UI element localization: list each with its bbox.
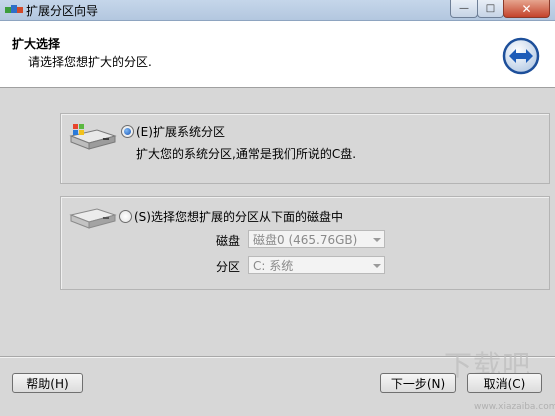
chevron-down-icon [373, 264, 381, 268]
disk-icon [69, 208, 117, 229]
app-icon [5, 5, 23, 13]
partition-field-label: 分区 [216, 260, 241, 274]
system-disk-icon [69, 124, 117, 150]
cancel-button[interactable]: 取消(C) [467, 373, 542, 393]
option-other-partition-radio[interactable] [119, 210, 132, 223]
wizard-header: 扩大选择 请选择您想扩大的分区. [0, 21, 555, 88]
next-button[interactable]: 下一步(N) [380, 373, 456, 393]
partition-select[interactable]: C: 系统 [248, 256, 385, 274]
title-bar[interactable]: 扩展分区向导 — □ ✕ [0, 0, 555, 21]
maximize-icon: □ [485, 3, 496, 14]
disk-field-label: 磁盘 [216, 234, 241, 248]
option-other-partition-label[interactable]: (S)选择您想扩展的分区从下面的磁盘中 [134, 208, 343, 225]
disk-select-value: 磁盘0 (465.76GB) [253, 233, 358, 247]
option-other-partition-group: (S)选择您想扩展的分区从下面的磁盘中 磁盘 磁盘0 (465.76GB) 分区… [60, 196, 550, 290]
window-title: 扩展分区向导 [26, 4, 99, 18]
minimize-button[interactable]: — [450, 0, 478, 18]
close-icon: ✕ [521, 1, 532, 16]
option-system-partition-description: 扩大您的系统分区,通常是我们所说的C盘. [136, 147, 357, 161]
minimize-icon: — [459, 3, 469, 14]
help-button[interactable]: 帮助(H) [12, 373, 83, 393]
disk-select[interactable]: 磁盘0 (465.76GB) [248, 230, 385, 248]
watermark-url: www.xiazaiba.com [474, 402, 555, 412]
expand-arrows-icon [502, 37, 540, 75]
page-subtitle: 请选择您想扩大的分区. [28, 55, 152, 69]
option-system-partition-group: (E)扩展系统分区 扩大您的系统分区,通常是我们所说的C盘. [60, 113, 550, 184]
maximize-button[interactable]: □ [477, 0, 504, 18]
option-system-partition-radio[interactable] [121, 125, 134, 138]
chevron-down-icon [373, 238, 381, 242]
page-title: 扩大选择 [12, 37, 61, 51]
partition-select-value: C: 系统 [253, 259, 294, 273]
option-system-partition-label[interactable]: (E)扩展系统分区 [136, 123, 225, 140]
close-button[interactable]: ✕ [503, 0, 550, 18]
